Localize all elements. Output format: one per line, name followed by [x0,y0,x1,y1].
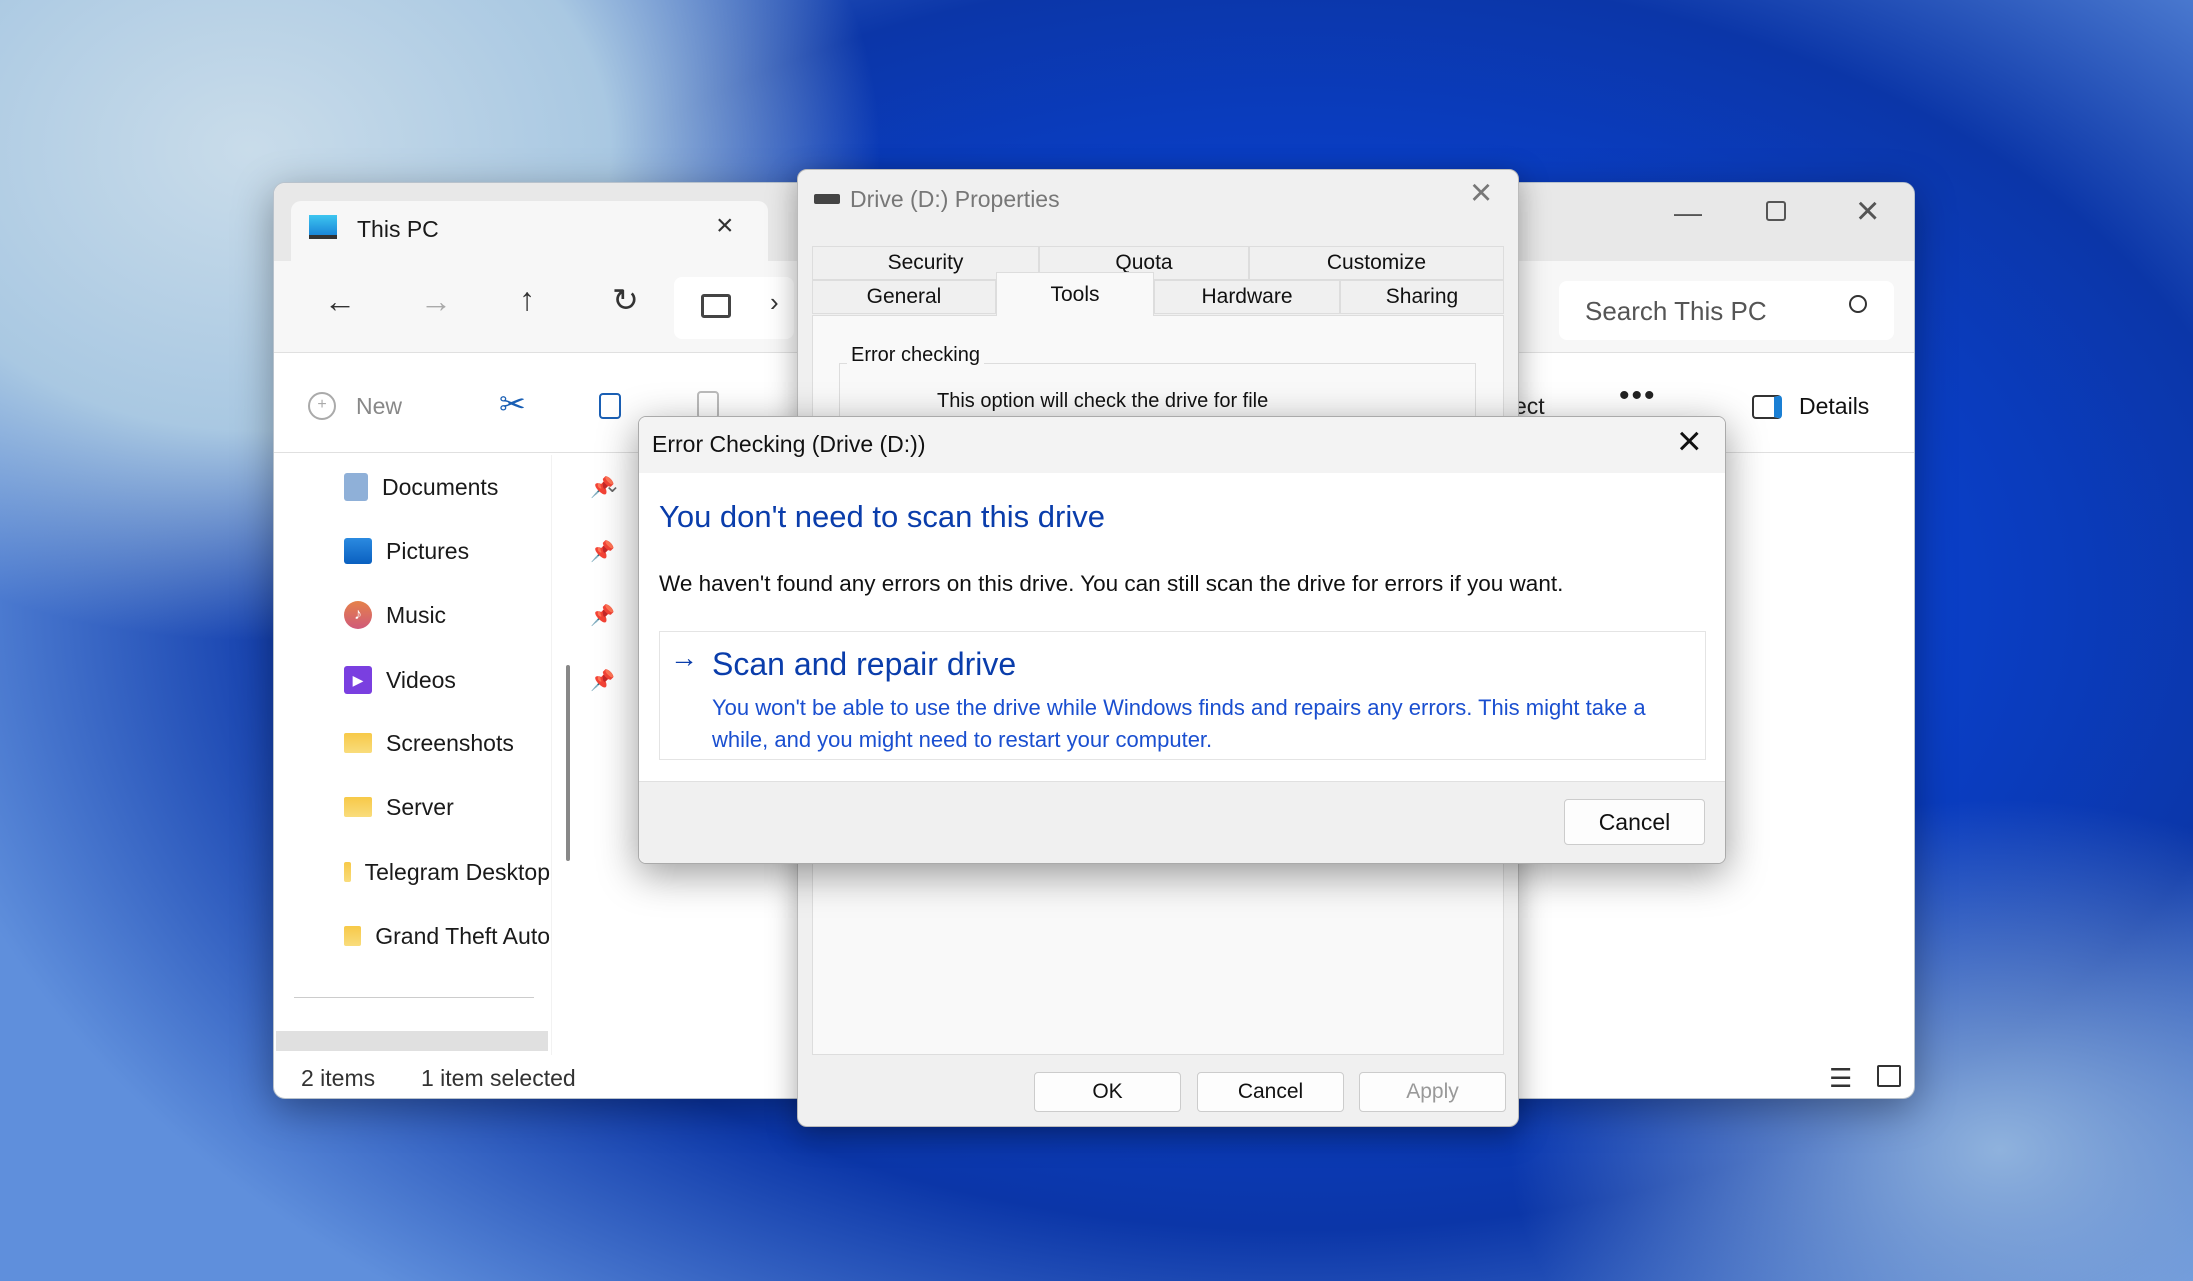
sidebar-scrollbar[interactable] [566,665,570,861]
folder-icon [344,862,351,882]
close-button[interactable]: × [1677,417,1702,465]
cut-icon[interactable]: ✂ [499,385,526,423]
cancel-button[interactable]: Cancel [1564,799,1705,845]
sidebar-item-label: Server [386,793,454,820]
new-icon: + [308,392,336,420]
tab-customize[interactable]: Customize [1249,246,1504,280]
tab-sharing[interactable]: Sharing [1340,280,1504,314]
chevron-right-icon[interactable]: › [770,287,779,318]
scan-and-repair-link[interactable]: → Scan and repair drive You won't be abl… [659,631,1706,760]
tiles-view-icon[interactable] [1877,1065,1901,1087]
sidebar-item-server[interactable]: Server [344,787,624,827]
more-options-icon[interactable]: ••• [1619,379,1657,413]
minimize-button[interactable]: — [1674,197,1702,229]
copy-icon[interactable] [599,393,621,419]
folder-icon [344,733,372,753]
new-button[interactable]: New [356,393,402,420]
tab-title: This PC [357,216,439,242]
close-tab-icon[interactable]: × [716,209,734,243]
monitor-icon [309,215,337,239]
music-icon: ♪ [344,601,372,629]
sidebar-item-pictures[interactable]: Pictures 📌 [344,531,624,571]
sidebar-item-this-pc[interactable] [276,1031,548,1051]
details-pane-icon [1752,395,1782,419]
documents-icon [344,473,368,501]
sidebar-item-label: Videos [386,666,456,693]
sidebar-item-screenshots[interactable]: Screenshots [344,723,624,763]
status-selected: 1 item selected [421,1065,576,1091]
arrow-right-icon: → [670,642,698,673]
folder-icon [344,926,362,946]
sidebar-item-label: Screenshots [386,729,514,756]
forward-icon[interactable]: → [420,283,452,320]
sidebar-item-label: Telegram Desktop [364,858,550,885]
details-button[interactable]: Details [1799,393,1869,420]
sidebar-item-label: Grand Theft Auto [375,922,550,949]
tab-hardware[interactable]: Hardware [1154,280,1340,314]
refresh-icon[interactable]: ↻ [612,281,639,319]
search-icon[interactable] [1849,295,1867,313]
sidebar-item-videos[interactable]: ▶ Videos 📌 [344,660,624,700]
apply-button[interactable]: Apply [1359,1072,1506,1112]
drive-icon [814,194,840,204]
dialog-heading: You don't need to scan this drive [659,499,1105,534]
search-box[interactable]: Search This PC [1559,281,1894,340]
collapse-chevron-icon[interactable]: ⌄ [604,473,621,498]
tab-tools[interactable]: Tools [996,272,1154,316]
sidebar-divider [294,997,534,998]
tab-general[interactable]: General [812,280,996,314]
pin-icon: 📌 [590,604,615,627]
group-description: This option will check the drive for fil… [937,390,1269,412]
pictures-icon [344,538,372,564]
dialog-title: Error Checking (Drive (D:)) [652,431,926,457]
folder-icon [344,797,372,817]
close-button[interactable]: × [1470,172,1492,215]
scan-and-repair-title: Scan and repair drive [712,646,1017,682]
error-checking-dialog: Error Checking (Drive (D:)) × You don't … [638,416,1726,864]
sidebar-item-label: Documents [382,473,499,500]
up-icon[interactable]: ↑ [519,281,535,318]
maximize-button[interactable] [1766,201,1786,221]
scan-and-repair-description: You won't be able to use the drive while… [712,695,1646,752]
cancel-button[interactable]: Cancel [1197,1072,1344,1112]
sidebar-item-telegram[interactable]: Telegram Desktop [344,852,550,892]
list-view-icon[interactable]: ☰ [1829,1063,1852,1094]
back-icon[interactable]: ← [324,283,356,320]
sidebar-item-music[interactable]: ♪ Music 📌 [344,595,624,635]
sidebar-item-label: Music [386,601,447,628]
status-item-count: 2 items [301,1065,376,1091]
sidebar-item-label: Pictures [386,537,470,564]
dialog-body: We haven't found any errors on this driv… [659,571,1564,596]
sidebar-item-gta[interactable]: Grand Theft Auto [344,916,550,956]
paste-icon[interactable] [697,391,719,419]
pin-icon: 📌 [590,669,615,692]
pin-icon: 📌 [590,540,615,563]
search-input[interactable]: Search This PC [1585,296,1767,327]
computer-icon [701,294,731,318]
videos-icon: ▶ [344,666,372,694]
dialog-footer [639,781,1725,863]
tab-this-pc[interactable]: This PC × [291,201,768,261]
dialog-title: Drive (D:) Properties [850,186,1060,212]
sidebar-border [551,455,552,1055]
ok-button[interactable]: OK [1034,1072,1181,1112]
close-button[interactable]: × [1856,189,1879,234]
sidebar-item-documents[interactable]: Documents 📌 [344,467,624,507]
group-label: Error checking [847,344,984,367]
